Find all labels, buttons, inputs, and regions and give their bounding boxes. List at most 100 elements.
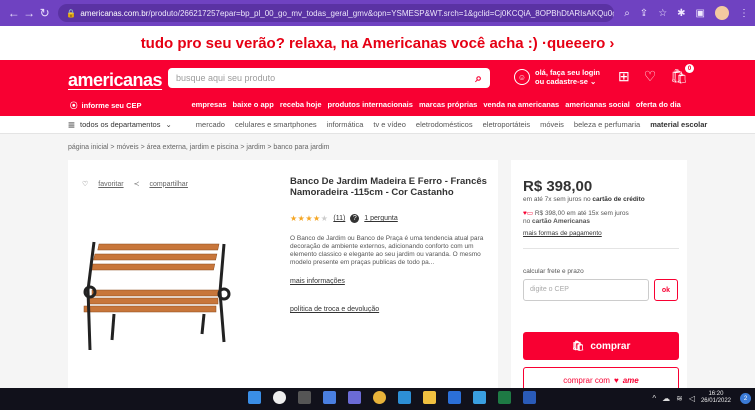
menu-item-oferta[interactable]: oferta do dia [636, 100, 681, 111]
menu-item-receba-hoje[interactable]: receba hoje [280, 100, 322, 111]
volume-icon[interactable]: ◁ [689, 394, 695, 403]
favorite-icon[interactable]: ♡ [82, 180, 88, 188]
task-view-icon[interactable] [298, 391, 311, 404]
share-icon[interactable]: ⇪ [640, 8, 648, 19]
tray-chevron-icon[interactable]: ^ [652, 394, 656, 403]
menu-item-app[interactable]: baixe o app [233, 100, 274, 111]
profile-avatar[interactable] [715, 6, 729, 20]
cart-icon[interactable]: 🛍 0 [670, 64, 695, 85]
bookmark-star-icon[interactable]: ☆ [658, 8, 667, 19]
more-info-link[interactable]: mais informações [290, 278, 345, 285]
menu-item-social[interactable]: americanas social [565, 100, 630, 111]
category-link[interactable]: beleza e perfumaria [574, 120, 640, 129]
file-explorer-icon[interactable] [423, 391, 436, 404]
menu-item-internacionais[interactable]: produtos internacionais [328, 100, 413, 111]
product-image[interactable] [74, 230, 254, 360]
category-link[interactable]: tv e vídeo [373, 120, 406, 129]
cloud-icon[interactable]: ☁ [662, 394, 670, 403]
installments-text: em até 7x sem juros no cartão de crédito [523, 196, 645, 203]
location-pin-icon: ⦿ [70, 101, 78, 110]
user-icon: ☺ [514, 69, 530, 85]
category-link[interactable]: eletrodomésticos [416, 120, 473, 129]
lock-icon: 🔒 [66, 8, 77, 18]
breadcrumb[interactable]: página inicial > móveis > área externa, … [68, 144, 329, 151]
product-description: O Banco de Jardim ou Banco de Praça é um… [290, 235, 484, 266]
windows-start-icon[interactable] [248, 391, 261, 404]
site-logo[interactable]: americanas [68, 70, 163, 91]
category-link[interactable]: móveis [540, 120, 564, 129]
promo-link[interactable]: queeero [547, 35, 605, 52]
menu-item-venda[interactable]: venda na americanas [483, 100, 559, 111]
url-path: /produto/266217257epar=bp_pl_00_go_mv_to… [148, 8, 615, 18]
shipping-label: calcular frete e prazo [523, 268, 584, 275]
gift-icon[interactable]: ⊞ [618, 68, 630, 85]
clock[interactable]: 16:20 26/01/2022 [701, 391, 731, 405]
word-icon[interactable] [523, 391, 536, 404]
exchange-policy-link[interactable]: política de troca e devolução [290, 306, 379, 313]
excel-icon[interactable] [498, 391, 511, 404]
search-icon[interactable]: ⌕ [475, 71, 482, 86]
extensions-icon[interactable]: ✱ [677, 8, 685, 19]
promo-banner[interactable]: tudo pro seu verão? relaxa, na Americana… [0, 26, 755, 60]
cep-label: informe seu CEP [81, 101, 142, 110]
product-price: R$ 398,00 [523, 178, 593, 195]
reload-icon[interactable]: ↻ [37, 6, 52, 20]
search-input[interactable]: busque aqui seu produto ⌕ [168, 68, 490, 88]
cart-count-badge: 0 [685, 64, 695, 73]
departments-bar: ≡ todos os departamentos ⌄ mercado celul… [0, 116, 755, 134]
menu-item-empresas[interactable]: empresas [192, 100, 227, 111]
menu-item-marcas[interactable]: marcas próprias [419, 100, 477, 111]
buy-button[interactable]: 🛍 comprar [523, 332, 679, 360]
product-title: Banco De Jardim Madeira E Ferro - Francê… [290, 176, 487, 198]
forward-icon[interactable]: → [21, 6, 36, 20]
buy-label: comprar [590, 340, 631, 352]
back-icon[interactable]: ← [6, 6, 21, 20]
category-link[interactable]: mercado [196, 120, 225, 129]
search-placeholder: busque aqui seu produto [176, 73, 276, 83]
menu-icon[interactable]: ⋮ [739, 8, 749, 19]
chevron-down-icon: ⌄ [165, 120, 172, 129]
mail-icon[interactable] [473, 391, 486, 404]
product-rating: ★★★★★ (11) ? 1 pergunta [290, 214, 398, 223]
login-line2: ou cadastre-se ⌄ [535, 77, 597, 86]
category-link[interactable]: celulares e smartphones [235, 120, 317, 129]
login-link[interactable]: ☺ olá, faça seu login ou cadastre-se ⌄ [514, 68, 600, 86]
teams-icon[interactable] [348, 391, 361, 404]
category-link[interactable]: eletroportáteis [483, 120, 531, 129]
store-icon[interactable] [448, 391, 461, 404]
zoom-icon[interactable]: ⌕ [624, 8, 630, 19]
cep-ok-button[interactable]: ok [654, 279, 678, 301]
rating-count[interactable]: (11) [333, 215, 345, 222]
question-icon: ? [350, 214, 360, 223]
category-link[interactable]: informática [327, 120, 364, 129]
chrome-icon[interactable] [373, 391, 386, 404]
address-bar[interactable]: 🔒 americanas.com.br /produto/266217257ep… [58, 4, 615, 22]
category-link[interactable]: material escolar [650, 120, 707, 129]
more-payment-link[interactable]: mais formas de pagamento [523, 230, 602, 237]
cep-field[interactable]: digite o CEP [523, 279, 649, 301]
purchase-box: R$ 398,00 em até 7x sem juros no cartão … [511, 160, 687, 400]
cep-link[interactable]: ⦿ informe seu CEP [70, 100, 142, 111]
favorite-link[interactable]: favoritar [98, 181, 123, 188]
notification-icon[interactable]: 2 [740, 393, 751, 404]
buy-with-label: comprar com [563, 375, 610, 385]
sidebar-icon[interactable]: ▣ [696, 8, 705, 19]
share-link[interactable]: compartilhar [149, 181, 188, 188]
cart-buy-icon: 🛍 [571, 340, 585, 352]
questions-link[interactable]: 1 pergunta [364, 215, 397, 222]
edge-icon[interactable] [398, 391, 411, 404]
search-taskbar-icon[interactable] [273, 391, 286, 404]
site-header: americanas busque aqui seu produto ⌕ ☺ o… [0, 60, 755, 116]
ame-brand: ame [622, 375, 639, 385]
ame-card-icon: ♥▭ [523, 210, 534, 217]
windows-taskbar: ^ ☁ ≋ ◁ 16:20 26/01/2022 2 [0, 388, 755, 410]
widgets-icon[interactable] [323, 391, 336, 404]
ame-offer: ♥▭ R$ 398,00 em até 15x sem juros no car… [523, 210, 629, 225]
share-icon[interactable]: ≺ [134, 180, 140, 188]
wifi-icon[interactable]: ≋ [676, 394, 683, 403]
header-menu: empresas baixe o app receba hoje produto… [192, 100, 681, 111]
divider [523, 248, 679, 249]
rating-stars: ★★★★★ [290, 214, 329, 223]
heart-icon[interactable]: ♡ [644, 68, 657, 85]
departments-menu-button[interactable]: ≡ todos os departamentos ⌄ [68, 118, 172, 132]
